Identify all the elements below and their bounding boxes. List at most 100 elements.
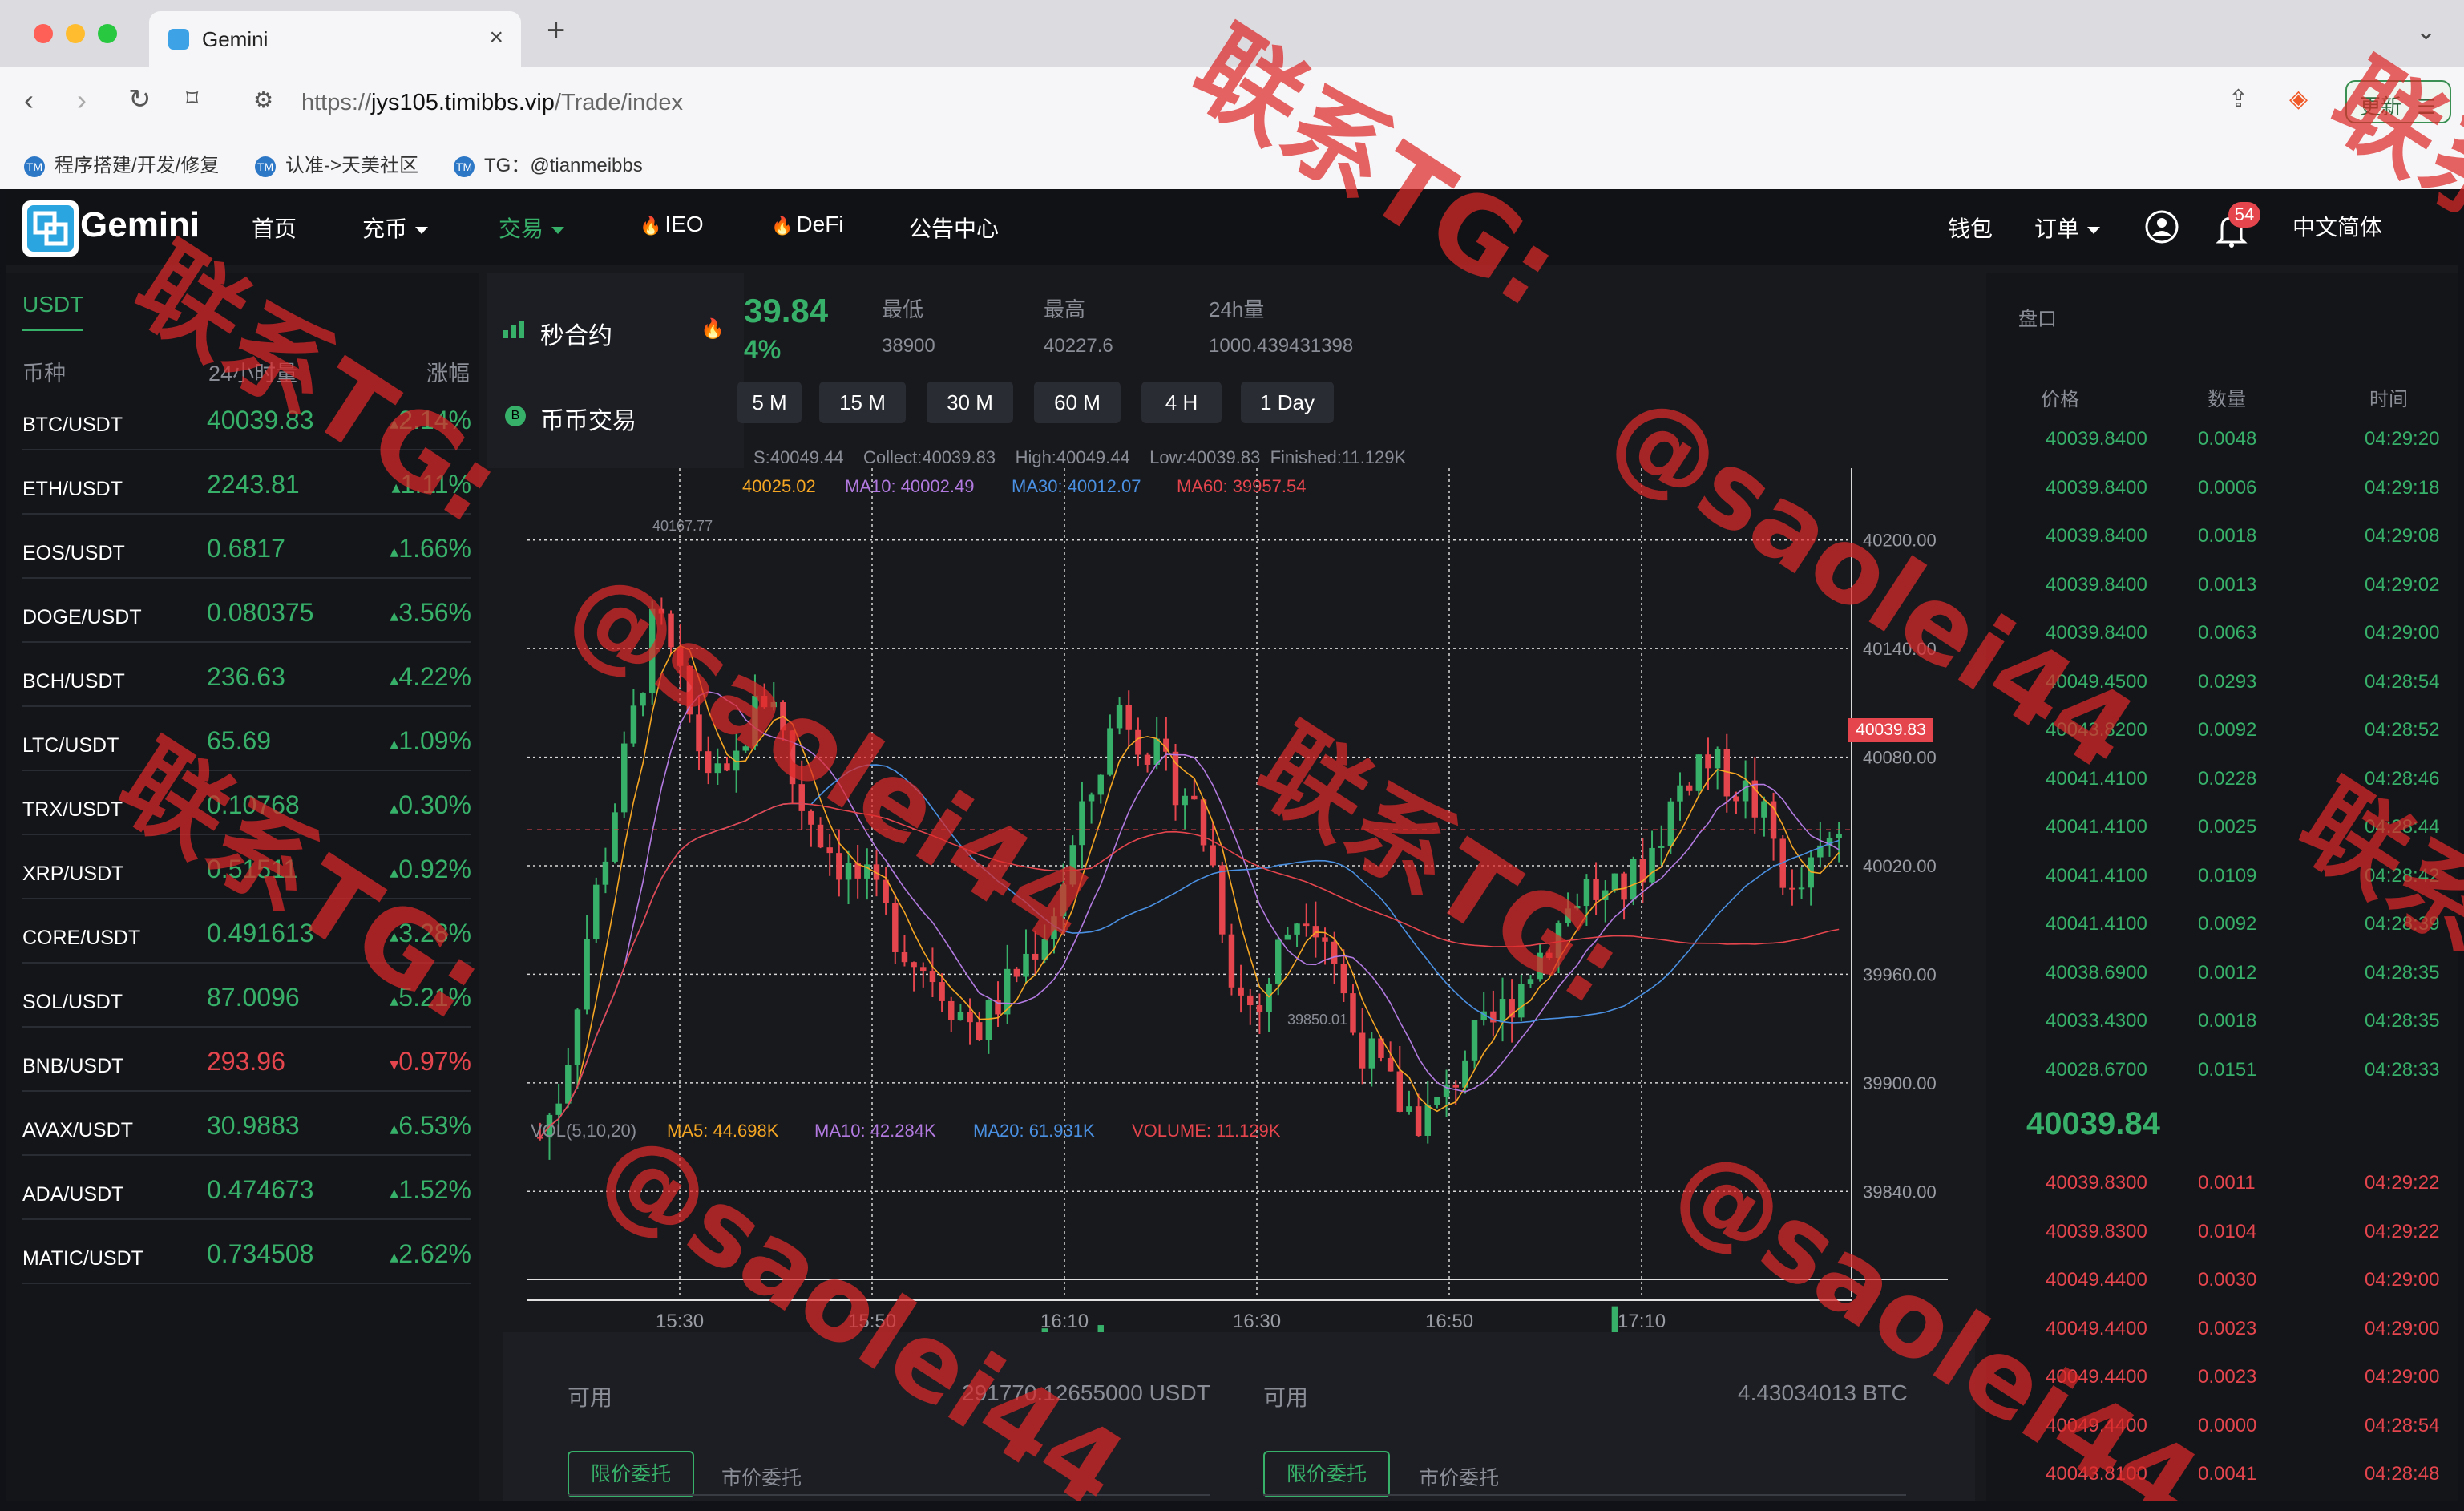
nav-orders[interactable]: 订单	[2034, 212, 2101, 244]
order-price: 40041.4100	[2046, 864, 2147, 887]
buy-order-row[interactable]: 40049.4400 0.0023 04:29:00	[1986, 1318, 2458, 1366]
order-time: 04:28:33	[2365, 1058, 2440, 1081]
buy-order-row[interactable]: 40039.8300 0.0011 04:29:22	[1986, 1172, 2458, 1220]
candle-body	[1303, 923, 1310, 927]
sell-order-row[interactable]: 40028.6700 0.0151 04:28:33	[1986, 1059, 2458, 1107]
order-amount: 0.0006	[2198, 476, 2257, 499]
url-field[interactable]: https://jys105.timibbs.vip/Trade/index	[301, 90, 683, 116]
buy-order-row[interactable]: 40043.8100 0.0041 04:28:48	[1986, 1463, 2458, 1511]
new-tab-button[interactable]: +	[547, 13, 565, 49]
market-row[interactable]: EOS/USDT 0.6817 ▴1.66%	[22, 515, 471, 579]
arrow-up-icon: ▴	[390, 669, 399, 689]
bookmark-item[interactable]: TM TG：@tianmeibbs	[454, 149, 643, 177]
market-row[interactable]: BTC/USDT 40039.83 ▴2.14%	[22, 386, 471, 450]
menu-item-seconds-contract[interactable]: 秒合约	[540, 316, 612, 351]
sell-order-row[interactable]: 40049.4500 0.0293 04:28:54	[1986, 671, 2458, 719]
share-icon[interactable]: ⇪	[2228, 85, 2248, 113]
language-selector[interactable]: 中文简体	[2292, 210, 2382, 242]
forward-arrow-icon[interactable]: ›	[77, 83, 87, 117]
brand-name[interactable]: Gemini	[80, 205, 200, 245]
sell-market-order-tab[interactable]: 市价委托	[1419, 1462, 1499, 1491]
market-row[interactable]: BNB/USDT 293.96 ▾0.97%	[22, 1028, 471, 1092]
tab-list-chevron-icon[interactable]: ⌄	[2416, 18, 2436, 46]
nav-deposit[interactable]: 充币	[362, 212, 429, 244]
market-row[interactable]: AVAX/USDT 30.9883 ▴6.53%	[22, 1092, 471, 1156]
user-avatar-icon[interactable]	[2143, 208, 2180, 249]
market-change-value: 5.21%	[398, 983, 471, 1012]
market-row[interactable]: DOGE/USDT 0.080375 ▴3.56%	[22, 579, 471, 643]
market-row[interactable]: CORE/USDT 0.491613 ▴3.28%	[22, 899, 471, 964]
bookmark-item[interactable]: TM 程序搭建/开发/修复	[24, 149, 219, 177]
buy-market-order-tab[interactable]: 市价委托	[721, 1462, 802, 1491]
sell-order-row[interactable]: 40033.4300 0.0018 04:28:35	[1986, 1010, 2458, 1058]
sell-order-row[interactable]: 40039.8400 0.0006 04:29:18	[1986, 477, 2458, 525]
bookmark-item[interactable]: TM 认准->天美社区	[255, 149, 418, 177]
nav-ieo[interactable]: 🔥 IEO	[640, 212, 704, 237]
back-arrow-icon[interactable]: ‹	[24, 83, 34, 117]
market-row[interactable]: SOL/USDT 87.0096 ▴5.21%	[22, 964, 471, 1028]
url-scheme: https://	[301, 90, 372, 115]
market-row[interactable]: XRP/USDT 0.51511 ▴0.92%	[22, 835, 471, 899]
buy-order-row[interactable]: 40049.4400 0.0030 04:29:00	[1986, 1269, 2458, 1317]
order-amount: 0.0023	[2198, 1366, 2257, 1388]
sell-order-row[interactable]: 40039.8400 0.0018 04:29:08	[1986, 525, 2458, 573]
timeframe-4h[interactable]: 4 H	[1141, 382, 1222, 423]
arrow-up-icon: ▴	[390, 1182, 399, 1202]
sell-order-row[interactable]: 40041.4100 0.0025 04:28:44	[1986, 816, 2458, 864]
market-row[interactable]: ETH/USDT 2243.81 ▴1.11%	[22, 450, 471, 515]
timeframe-1day[interactable]: 1 Day	[1241, 382, 1334, 423]
buy-order-row[interactable]: 40039.8300 0.0104 04:29:22	[1986, 1221, 2458, 1269]
vol-ma20: MA20: 61.931K	[973, 1121, 1095, 1141]
nav-announcements[interactable]: 公告中心	[909, 212, 999, 244]
gemini-logo-icon[interactable]	[22, 200, 79, 257]
sell-order-row[interactable]: 40039.8400 0.0048 04:29:20	[1986, 428, 2458, 476]
sell-order-row[interactable]: 40041.4100 0.0092 04:28:39	[1986, 913, 2458, 961]
vol-ma5: MA5: 44.698K	[667, 1121, 779, 1141]
order-time: 04:29:02	[2365, 573, 2440, 596]
close-tab-icon[interactable]: ×	[489, 24, 503, 51]
maximize-window-button[interactable]	[98, 24, 117, 43]
update-button[interactable]: 更新 ☰	[2345, 80, 2451, 123]
sell-limit-order-tab[interactable]: 限价委托	[1263, 1451, 1390, 1497]
market-price: 0.734508	[207, 1239, 314, 1268]
site-settings-icon[interactable]: ⚙	[253, 87, 273, 113]
market-row[interactable]: MATIC/USDT 0.734508 ▴2.62%	[22, 1220, 471, 1284]
sell-order-row[interactable]: 40039.8400 0.0063 04:29:00	[1986, 622, 2458, 670]
nav-defi[interactable]: 🔥 DeFi	[771, 212, 844, 237]
nav-home[interactable]: 首页	[252, 212, 297, 244]
sell-order-row[interactable]: 40043.8200 0.0092 04:28:52	[1986, 719, 2458, 767]
sell-order-row[interactable]: 40039.8400 0.0013 04:29:02	[1986, 574, 2458, 622]
brave-shield-icon[interactable]: ◈	[2289, 85, 2308, 113]
market-price: 0.10768	[207, 790, 300, 819]
market-row[interactable]: BCH/USDT 236.63 ▴4.22%	[22, 643, 471, 707]
buy-price-input[interactable]	[568, 1494, 1210, 1502]
market-row[interactable]: LTC/USDT 65.69 ▴1.09%	[22, 707, 471, 771]
buy-limit-order-tab[interactable]: 限价委托	[568, 1451, 694, 1497]
candle-body	[1331, 941, 1338, 964]
market-row[interactable]: ADA/USDT 0.474673 ▴1.52%	[22, 1156, 471, 1220]
order-time: 04:28:35	[2365, 1010, 2440, 1032]
close-window-button[interactable]	[34, 24, 53, 43]
sell-avail-label: 可用	[1263, 1385, 1309, 1410]
order-amount: 0.0092	[2198, 719, 2257, 741]
timeframe-60m[interactable]: 60 M	[1034, 382, 1121, 423]
sell-order-row[interactable]: 40041.4100 0.0109 04:28:42	[1986, 865, 2458, 913]
candle-body	[1210, 845, 1216, 866]
sell-price-input[interactable]	[1263, 1494, 1906, 1502]
tab-usdt[interactable]: USDT	[22, 292, 83, 317]
reload-icon[interactable]: ↻	[128, 83, 151, 115]
sell-order-row[interactable]: 40041.4100 0.0228 04:28:46	[1986, 768, 2458, 816]
market-row[interactable]: TRX/USDT 0.10768 ▴0.30%	[22, 771, 471, 835]
nav-trade[interactable]: 交易	[499, 212, 565, 244]
browser-tab[interactable]: Gemini ×	[149, 11, 521, 67]
timeframe-5m[interactable]: 5 M	[737, 382, 802, 423]
buy-order-row[interactable]: 40049.4400 0.0000 04:28:54	[1986, 1415, 2458, 1463]
nav-wallet[interactable]: 钱包	[1948, 212, 1993, 244]
timeframe-30m[interactable]: 30 M	[927, 382, 1013, 423]
minimize-window-button[interactable]	[66, 24, 85, 43]
buy-order-row[interactable]: 40049.4400 0.0023 04:29:00	[1986, 1366, 2458, 1414]
bookmark-icon[interactable]: ⌑	[186, 85, 198, 113]
x-tick-label: 17:10	[1618, 1311, 1666, 1332]
sell-order-row[interactable]: 40038.6900 0.0012 04:28:35	[1986, 962, 2458, 1010]
timeframe-15m[interactable]: 15 M	[819, 382, 906, 423]
